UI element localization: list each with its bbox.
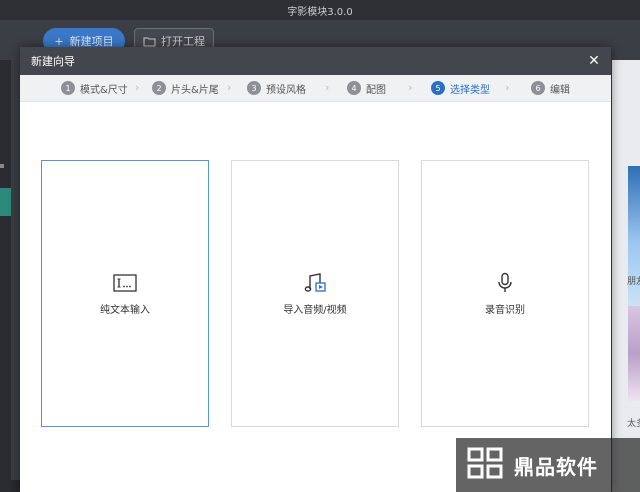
step-label: 预设风格 [266, 84, 306, 96]
option-voice-recognition[interactable]: 录音识别 [421, 160, 589, 427]
microphone-icon [493, 271, 517, 295]
step-label: 模式&尺寸 [80, 84, 128, 96]
template-label: 朋友圈 [627, 277, 640, 287]
close-button[interactable]: ✕ [585, 52, 603, 70]
brand-logo-icon [467, 447, 503, 479]
chevron-right-icon: › [135, 81, 140, 94]
template-panel: 朋友圈 太多 [612, 60, 640, 492]
wizard-steps: 1 模式&尺寸 › 2 片头&片尾 › 3 预设风格 › 4 配图 › 5 选择… [20, 75, 611, 102]
template-thumbnail[interactable] [628, 166, 640, 321]
watermark: 鼎品软件 [456, 438, 640, 492]
step-preset-style: 3 预设风格 [247, 80, 306, 96]
step-label: 选择类型 [450, 84, 490, 96]
chevron-right-icon: › [227, 81, 232, 94]
template-thumbnail[interactable] [628, 306, 640, 401]
chevron-right-icon: › [505, 81, 510, 94]
step-select-type: 5 选择类型 [431, 80, 490, 96]
step-number: 1 [61, 81, 75, 95]
plus-icon: + [54, 34, 64, 48]
step-number: 4 [347, 81, 361, 95]
step-label: 配图 [366, 84, 386, 96]
folder-icon [143, 37, 156, 46]
text-input-icon [113, 271, 137, 295]
step-label: 片头&片尾 [171, 84, 219, 96]
step-mode-size: 1 模式&尺寸 [61, 80, 128, 96]
dialog-titlebar: 新建向导 ✕ [20, 47, 611, 75]
step-images: 4 配图 [347, 80, 386, 96]
dialog-title: 新建向导 [31, 55, 75, 68]
option-label: 纯文本输入 [100, 305, 150, 316]
option-label: 导入音频/视频 [283, 305, 347, 316]
watermark-text: 鼎品软件 [514, 454, 598, 479]
sidebar-active-item[interactable] [0, 188, 11, 216]
app-title: 字影模块3.0.0 [287, 6, 353, 18]
step-intro-outro: 2 片头&片尾 [152, 80, 219, 96]
step-label: 编辑 [550, 84, 570, 96]
chevron-right-icon: › [325, 81, 330, 94]
sidebar-marker [0, 164, 4, 168]
option-plain-text[interactable]: 纯文本输入 [41, 160, 209, 427]
app-sidebar [0, 60, 11, 492]
step-number: 2 [152, 81, 166, 95]
app-titlebar: 字影模块3.0.0 [0, 0, 640, 20]
template-label: 太多 [627, 419, 640, 429]
step-number: 3 [247, 81, 261, 95]
step-number: 6 [531, 81, 545, 95]
chevron-right-icon: › [408, 81, 413, 94]
step-number: 5 [431, 81, 445, 95]
option-import-audio-video[interactable]: 导入音频/视频 [231, 160, 399, 427]
option-label: 录音识别 [485, 305, 525, 316]
new-wizard-dialog: 新建向导 ✕ 1 模式&尺寸 › 2 片头&片尾 › 3 预设风格 › 4 配图… [20, 47, 611, 492]
step-edit: 6 编辑 [531, 80, 570, 96]
music-video-icon [303, 271, 327, 295]
